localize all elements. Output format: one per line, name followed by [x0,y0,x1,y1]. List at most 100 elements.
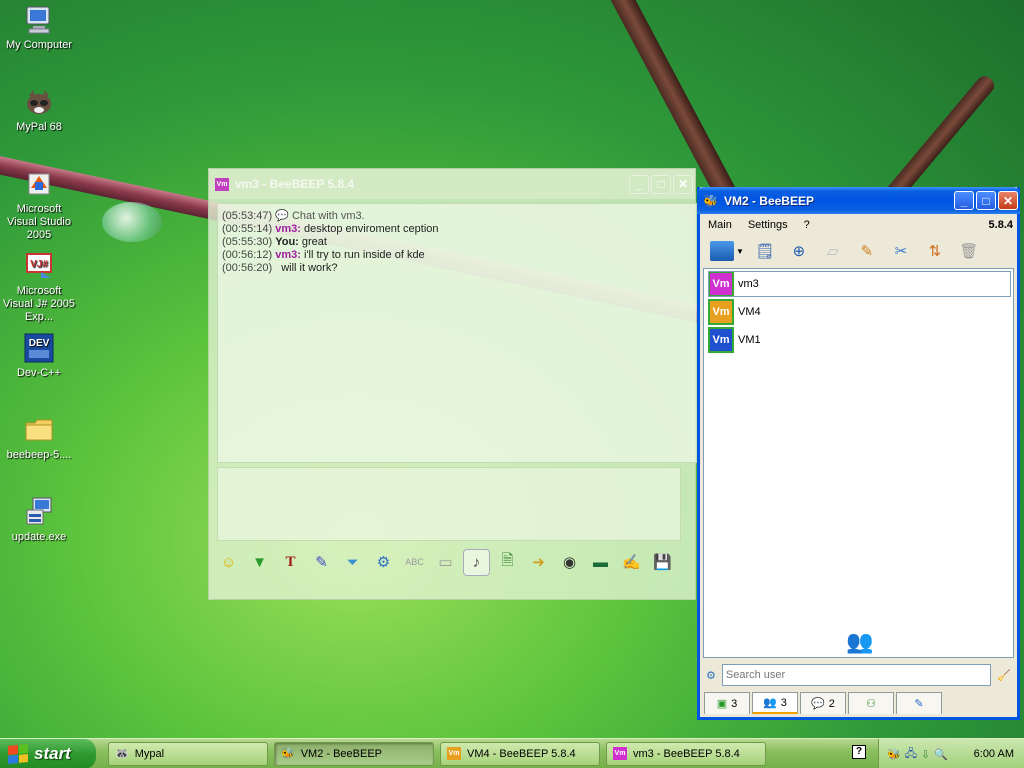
desktop-icon-mypal[interactable]: MyPal 68 [1,86,77,134]
transfer-icon[interactable]: ⇅ [922,238,948,264]
beebeep-tray-icon[interactable]: 🐝 [887,748,901,761]
desktop-icon-visual-studio[interactable]: Microsoft Visual Studio 2005 [1,168,77,242]
network-icon[interactable]: ⊕ [786,238,812,264]
main-window-titlebar[interactable]: 🐝 VM2 - BeeBEEP _ □ ✕ [697,187,1020,214]
menu-main[interactable]: Main [700,219,740,231]
menu-settings[interactable]: Settings [740,219,796,231]
app-badge-icon: Vm [215,177,229,191]
notes-icon[interactable]: ✍ [618,549,645,576]
beebeep-main-window[interactable]: 🐝 VM2 - BeeBEEP _ □ ✕ Main Settings ? 5.… [697,187,1020,720]
emoticon-icon[interactable]: ☺ [215,549,242,576]
filter-icon[interactable]: ⏷ [339,549,366,576]
user-list[interactable]: Vm vm3 Vm VM4 Vm VM1 👥 [703,268,1014,658]
taskbar: start 🦝 Mypal 🐝 VM2 - BeeBEEP Vm VM4 - B… [0,738,1024,768]
tab-chats[interactable]: ▣ 3 [704,692,750,714]
tab-networks[interactable]: ⚇ [848,692,894,714]
spellcheck-icon[interactable]: ABC [401,549,428,576]
message-sender: You: [275,236,299,248]
user-list-item[interactable]: Vm VM1 [708,327,1011,353]
user-list-item[interactable]: Vm vm3 [708,271,1011,297]
profile-icon[interactable]: 🗒 [752,238,778,264]
tab-log[interactable]: ✎ [896,692,942,714]
chat-window-titlebar[interactable]: Vm vm3 - BeeBEEP 5.8.4 _ □ ✕ [209,169,695,199]
desktop-icon-devcpp[interactable]: DEV Dev-C++ [1,332,77,380]
font-icon[interactable]: T [277,549,304,576]
help-icon[interactable]: ? [852,745,866,759]
desktop-icon-visual-jsharp[interactable]: VJ# Microsoft Visual J# 2005 Exp... [1,250,77,324]
tab-groups[interactable]: 💬 2 [800,692,846,714]
minimize-button[interactable]: _ [954,191,974,210]
menu-bar: Main Settings ? 5.8.4 [700,214,1017,236]
close-button[interactable]: ✕ [998,191,1018,210]
menu-help[interactable]: ? [796,219,818,231]
chat-log[interactable]: (05:53:47) 💬 Chat with vm3. (00:55:14) v… [217,203,703,463]
chat-message: (00:56:12) vm3: i'll try to run inside o… [222,249,698,262]
task-label: VM4 - BeeBEEP 5.8.4 [467,747,576,760]
start-button[interactable]: start [0,738,96,768]
status-icon[interactable] [710,241,734,261]
maximize-button[interactable]: □ [976,191,996,210]
message-timestamp: (05:55:30) [222,236,273,248]
vm-badge-icon: Vm [613,747,627,760]
mypal-icon [23,86,55,118]
search-user-input[interactable] [721,664,992,686]
taskbar-button-vm4[interactable]: Vm VM4 - BeeBEEP 5.8.4 [440,741,600,766]
clear-search-icon[interactable]: 🧹 [997,669,1011,682]
desktop-icon-label: Microsoft Visual Studio 2005 [6,203,71,241]
trash-icon[interactable]: 🗑 [956,238,982,264]
bottom-tabs: ▣ 3 👥 3 💬 2 ⚇ ✎ [704,692,942,714]
update-tray-icon[interactable]: ⇩ [921,748,930,761]
desktop-icon-label: Microsoft Visual J# 2005 Exp... [3,285,75,323]
settings-icon[interactable]: ⚙ [370,549,397,576]
taskbar-button-vm2[interactable]: 🐝 VM2 - BeeBEEP [274,741,434,766]
completer-icon[interactable]: ▭ [432,549,459,576]
vm-badge-icon: Vm [447,747,461,760]
desktop-icon-update-exe[interactable]: update.exe [1,496,77,544]
main-window-title: VM2 - BeeBEEP [723,193,814,208]
taskbar-button-mypal[interactable]: 🦝 Mypal [108,741,268,766]
message-sender: vm3: [275,249,301,261]
chat-list-icon: ▣ [716,698,728,710]
avatar: Vm [708,327,734,353]
task-label: VM2 - BeeBEEP [300,747,383,760]
user-list-item[interactable]: Vm VM4 [708,299,1011,325]
color-icon[interactable]: ✎ [308,549,335,576]
send-file-icon[interactable]: ▼ [246,549,273,576]
tab-count: 3 [731,697,738,710]
chat-message-input[interactable] [217,467,681,541]
sound-icon[interactable]: ♪ [463,548,490,576]
message-sender: vm3: [275,223,301,235]
status-dropdown-icon[interactable]: ▼ [736,247,744,256]
system-tray: 🐝 🖧 ⇩ 🔍 6:00 AM [878,739,1024,768]
network-tray-icon[interactable]: 🖧 [905,745,917,764]
edit-icon[interactable]: ✎ [854,238,880,264]
search-settings-icon[interactable]: ⚙ [706,669,716,682]
screenshot-icon[interactable]: ▬ [587,549,614,576]
installer-icon [23,496,55,528]
avatar: Vm [708,299,734,325]
close-button[interactable]: ✕ [673,174,693,194]
desktop-icon-my-computer[interactable]: My Computer [1,4,77,52]
desktop-icon-label: My Computer [5,39,73,51]
share-folder-icon[interactable]: ▱ [820,238,846,264]
save-icon[interactable]: 🗎 [494,549,521,576]
chat-message: (05:53:47) 💬 Chat with vm3. [222,210,698,223]
desktop-icon-beebeep-folder[interactable]: beebeep-5.... [1,414,77,462]
minimize-button[interactable]: _ [629,174,649,194]
tools-icon[interactable]: ✂ [888,238,914,264]
chat-window-vm3[interactable]: Vm vm3 - BeeBEEP 5.8.4 _ □ ✕ (05:53:47) … [208,168,703,600]
search-tray-icon[interactable]: 🔍 [934,748,948,761]
share-icon[interactable]: ➜ [525,549,552,576]
message-text: great [301,236,327,248]
message-text: Chat with vm3. [291,210,365,222]
task-label: Mypal [134,747,165,760]
tab-users[interactable]: 👥 3 [752,692,798,714]
users-group-icon: 👥 [846,629,874,654]
maximize-button[interactable]: □ [651,174,671,194]
webcam-icon[interactable]: ◉ [556,549,583,576]
avatar: Vm [708,271,734,297]
taskbar-button-vm3[interactable]: Vm vm3 - BeeBEEP 5.8.4 [606,741,766,766]
groups-icon: 💬 [811,698,825,710]
beebeep-app-icon: 🐝 [281,748,295,760]
save-chat-icon[interactable]: 💾 [649,549,676,576]
